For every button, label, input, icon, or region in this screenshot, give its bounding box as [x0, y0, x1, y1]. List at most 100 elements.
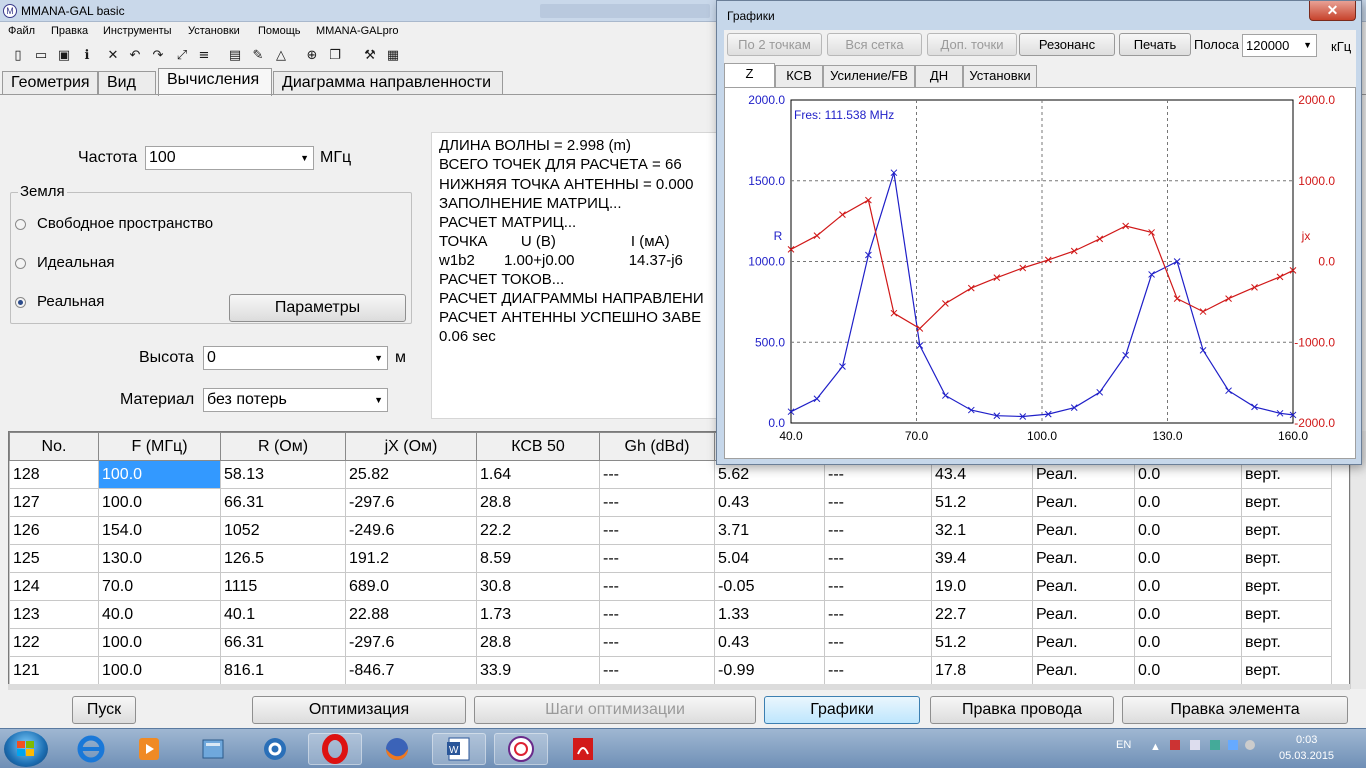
table-cell[interactable]: 127: [9, 488, 99, 517]
table-cell[interactable]: 128: [9, 460, 99, 489]
calculator-icon[interactable]: ▦: [385, 47, 401, 63]
word-icon[interactable]: W: [432, 733, 486, 765]
table-cell[interactable]: 0.0: [1134, 544, 1242, 573]
table-cell[interactable]: ---: [824, 544, 932, 573]
height-combo[interactable]: 0 ▼: [203, 346, 388, 370]
column-header[interactable]: КСВ 50: [476, 432, 600, 461]
chevron-down-icon[interactable]: ▼: [300, 147, 309, 169]
table-cell[interactable]: Реал.: [1032, 572, 1135, 601]
menu-edit[interactable]: Правка: [51, 25, 88, 37]
close-icon[interactable]: ✕: [1309, 1, 1356, 21]
edit-element-button[interactable]: Правка элемента: [1122, 696, 1348, 724]
table-cell[interactable]: ---: [599, 544, 715, 573]
radio-perfect[interactable]: [15, 258, 26, 269]
table-cell[interactable]: 1052: [220, 516, 346, 545]
band-combo[interactable]: 120000 ▼: [1242, 34, 1317, 57]
extra-points-button[interactable]: Доп. точки: [927, 33, 1017, 56]
table-cell[interactable]: 154.0: [98, 516, 221, 545]
table-cell[interactable]: 0.0: [1134, 600, 1242, 629]
table-cell[interactable]: верт.: [1241, 572, 1332, 601]
table-cell[interactable]: 51.2: [931, 628, 1033, 657]
menu-help[interactable]: Помощь: [258, 25, 301, 37]
media-player-icon[interactable]: [122, 733, 176, 765]
menu-settings[interactable]: Установки: [188, 25, 240, 37]
table-cell[interactable]: ---: [824, 656, 932, 685]
table-row[interactable]: 127 100.0 66.31 -297.6 28.8 --- 0.43 --- 51.2 Реа…: [9, 488, 1332, 517]
table-cell[interactable]: 28.8: [476, 488, 600, 517]
table-cell[interactable]: 816.1: [220, 656, 346, 685]
graph-tab-swr[interactable]: КСВ: [775, 65, 823, 87]
ie-icon[interactable]: [64, 733, 118, 765]
info-icon[interactable]: ℹ: [79, 47, 95, 63]
table-row[interactable]: 121 100.0 816.1 -846.7 33.9 --- -0.99 --- 17.8 Ре…: [9, 656, 1332, 685]
table-cell[interactable]: 100.0: [98, 488, 221, 517]
table-cell[interactable]: ---: [599, 572, 715, 601]
table-cell[interactable]: 122: [9, 628, 99, 657]
table-cell[interactable]: 19.0: [931, 572, 1033, 601]
table-cell[interactable]: ---: [824, 488, 932, 517]
library-icon[interactable]: [186, 733, 240, 765]
table-cell[interactable]: Реал.: [1032, 600, 1135, 629]
table-cell[interactable]: 130.0: [98, 544, 221, 573]
table-cell[interactable]: 121: [9, 656, 99, 685]
cross-icon[interactable]: ✕: [105, 47, 121, 63]
table-cell[interactable]: 39.4: [931, 544, 1033, 573]
table-cell[interactable]: 124: [9, 572, 99, 601]
table-cell[interactable]: ---: [599, 516, 715, 545]
table-cell[interactable]: 51.2: [931, 488, 1033, 517]
run-button[interactable]: Пуск: [72, 696, 136, 724]
table-cell[interactable]: 3.71: [714, 516, 825, 545]
table-cell[interactable]: 100.0: [98, 628, 221, 657]
network-icon[interactable]: [1190, 740, 1200, 750]
table-cell[interactable]: 70.0: [98, 572, 221, 601]
graphs-button[interactable]: Графики: [764, 696, 920, 724]
column-header[interactable]: F (МГц): [98, 432, 221, 461]
tools-icon[interactable]: ⚒: [362, 47, 378, 63]
table-cell[interactable]: ---: [824, 572, 932, 601]
table-cell[interactable]: 0.43: [714, 488, 825, 517]
table-cell[interactable]: -846.7: [345, 656, 477, 685]
table-cell[interactable]: верт.: [1241, 600, 1332, 629]
table-horizontal-scrollbar[interactable]: [8, 684, 1350, 690]
chevron-down-icon[interactable]: ▼: [374, 347, 383, 369]
table-cell[interactable]: Реал.: [1032, 656, 1135, 685]
speaker-icon[interactable]: [1245, 740, 1255, 750]
document-icon[interactable]: ▤: [227, 47, 243, 63]
table-cell[interactable]: 25.82: [345, 460, 477, 489]
table-cell[interactable]: ---: [824, 628, 932, 657]
table-cell[interactable]: ---: [599, 656, 715, 685]
menu-mmana-galpro[interactable]: MMANA-GALpro: [316, 25, 399, 37]
column-header[interactable]: jX (Ом): [345, 432, 477, 461]
table-cell[interactable]: 32.1: [931, 516, 1033, 545]
tab-calculations[interactable]: Вычисления: [158, 68, 272, 96]
mmana-icon[interactable]: [494, 733, 548, 765]
table-cell[interactable]: 0.0: [1134, 488, 1242, 517]
chevron-down-icon[interactable]: ▼: [1303, 35, 1312, 56]
table-cell[interactable]: верт.: [1241, 516, 1332, 545]
table-cell[interactable]: 1.73: [476, 600, 600, 629]
table-cell[interactable]: Реал.: [1032, 628, 1135, 657]
table-cell[interactable]: 0.0: [1134, 572, 1242, 601]
table-cell[interactable]: 8.59: [476, 544, 600, 573]
graph-tab-gain-fb[interactable]: Усиление/FB: [823, 65, 915, 87]
table-cell[interactable]: 17.8: [931, 656, 1033, 685]
firefox-icon[interactable]: [370, 733, 424, 765]
table-vertical-scrollbar[interactable]: [1350, 431, 1366, 689]
chevron-down-icon[interactable]: ▼: [374, 389, 383, 411]
tab-geometry[interactable]: Геометрия: [2, 71, 98, 95]
redo-icon[interactable]: ↷: [150, 47, 166, 63]
column-header[interactable]: No.: [9, 432, 99, 461]
clock-date[interactable]: 05.03.2015: [1279, 750, 1334, 762]
table-row[interactable]: 122 100.0 66.31 -297.6 28.8 --- 0.43 --- 51.2 Реа…: [9, 628, 1332, 657]
menu-file[interactable]: Файл: [8, 25, 35, 37]
table-cell[interactable]: Реал.: [1032, 516, 1135, 545]
table-cell[interactable]: 1115: [220, 572, 346, 601]
radio-real[interactable]: [15, 297, 26, 308]
table-cell[interactable]: 30.8: [476, 572, 600, 601]
copy-icon[interactable]: ❐: [327, 47, 343, 63]
save-icon[interactable]: ▣: [56, 47, 72, 63]
table-cell[interactable]: -0.99: [714, 656, 825, 685]
table-cell[interactable]: 5.04: [714, 544, 825, 573]
table-cell[interactable]: 33.9: [476, 656, 600, 685]
edit-wire-button[interactable]: Правка провода: [930, 696, 1114, 724]
